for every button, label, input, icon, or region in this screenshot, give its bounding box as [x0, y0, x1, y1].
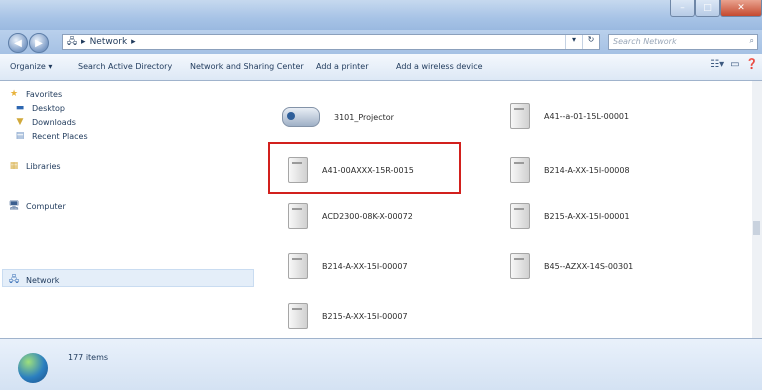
nav-label: Libraries: [26, 161, 61, 171]
nav-label: Desktop: [32, 103, 65, 113]
nav-label: Downloads: [32, 117, 76, 127]
desktop-icon: ▬: [15, 103, 25, 113]
list-item[interactable]: B214-A-XX-15I-00008: [510, 157, 630, 183]
back-arrow-icon: ◀: [14, 37, 22, 49]
network-sharing-center-button[interactable]: Network and Sharing Center: [190, 62, 304, 71]
help-icon[interactable]: ❓: [746, 59, 758, 70]
computer-icon: [510, 203, 530, 229]
nav-label: Network: [26, 275, 60, 285]
add-wireless-device-button[interactable]: Add a wireless device: [396, 62, 483, 71]
view-controls: ☷▾ ▭ ❓: [710, 59, 758, 70]
item-label: ACD2300-08K-X-00072: [322, 211, 413, 221]
nav-item-downloads[interactable]: ▼ Downloads: [14, 117, 76, 127]
command-bar: Organize ▾ Search Active Directory Netwo…: [0, 54, 762, 81]
back-button[interactable]: ◀: [8, 33, 28, 53]
maximize-button[interactable]: □: [695, 0, 720, 17]
forward-arrow-icon: ▶: [35, 37, 43, 49]
forward-button[interactable]: ▶: [29, 33, 49, 53]
nav-item-computer[interactable]: 🖥 Computer: [8, 201, 66, 211]
organize-button[interactable]: Organize ▾: [10, 62, 52, 71]
projector-icon: [282, 107, 320, 127]
search-input[interactable]: Search Network ⌕: [608, 34, 758, 50]
item-label: B215-A-XX-15I-00007: [322, 311, 408, 321]
explorer-window: – □ ✕ ◀ ▶ 🖧 ▸ Network ▸ ▾ ↻ Search Netwo…: [0, 0, 762, 390]
downloads-icon: ▼: [16, 117, 24, 127]
item-label: B214-A-XX-15I-00007: [322, 261, 408, 271]
computer-icon: 🖥: [8, 201, 20, 211]
scrollbar-thumb[interactable]: [753, 221, 760, 235]
computer-icon: [288, 253, 308, 279]
item-label: 3101_Projector: [334, 112, 394, 122]
address-end: ▾ ↻: [565, 35, 599, 49]
computer-icon: [288, 303, 308, 329]
computer-icon: [510, 157, 530, 183]
file-list: 3101_Projector A41--a-01-15L-00001 A41-0…: [260, 81, 752, 338]
close-button[interactable]: ✕: [720, 0, 762, 17]
list-item[interactable]: B214-A-XX-15I-00007: [288, 253, 408, 279]
network-icon: 🖧: [8, 275, 20, 285]
history-dropdown-icon[interactable]: ▾: [565, 35, 582, 49]
list-item[interactable]: B45--AZXX-14S-00301: [510, 253, 633, 279]
highlight-annotation-box: [268, 142, 461, 194]
computer-icon: [510, 253, 530, 279]
nav-item-recent-places[interactable]: ▤ Recent Places: [14, 131, 88, 141]
list-item[interactable]: B215-A-XX-15I-00007: [288, 303, 408, 329]
libraries-icon: ▦: [9, 161, 19, 171]
item-label: A41--a-01-15L-00001: [544, 111, 630, 121]
details-pane: 177 items: [0, 338, 762, 390]
navigation-pane: ★ Favorites ▬ Desktop ▼ Downloads ▤ Rece…: [0, 81, 260, 338]
crumb-separator-icon: ▸: [81, 37, 86, 47]
computer-icon: [288, 203, 308, 229]
search-icon[interactable]: ⌕: [750, 36, 754, 46]
minimize-button[interactable]: –: [670, 0, 695, 17]
network-globe-icon: [18, 353, 48, 383]
star-icon: ★: [9, 89, 19, 99]
nav-item-libraries[interactable]: ▦ Libraries: [8, 161, 61, 171]
nav-label: Recent Places: [32, 131, 88, 141]
item-label: B215-A-XX-15I-00001: [544, 211, 630, 221]
address-row: ◀ ▶ 🖧 ▸ Network ▸ ▾ ↻ Search Network ⌕: [0, 30, 762, 54]
nav-item-network[interactable]: 🖧 Network: [8, 272, 59, 288]
network-icon: 🖧: [67, 37, 78, 47]
add-printer-button[interactable]: Add a printer: [316, 62, 368, 71]
search-active-directory-button[interactable]: Search Active Directory: [78, 62, 172, 71]
item-label: B45--AZXX-14S-00301: [544, 261, 634, 271]
caption-buttons: – □ ✕: [670, 0, 762, 17]
list-item[interactable]: B215-A-XX-15I-00001: [510, 203, 630, 229]
refresh-icon[interactable]: ↻: [582, 35, 599, 49]
address-bar[interactable]: 🖧 ▸ Network ▸ ▾ ↻: [62, 34, 600, 50]
nav-item-desktop[interactable]: ▬ Desktop: [14, 103, 65, 113]
nav-item-favorites[interactable]: ★ Favorites: [8, 89, 62, 99]
list-item[interactable]: 3101_Projector: [282, 107, 394, 127]
search-placeholder: Search Network: [613, 37, 677, 46]
breadcrumb-network[interactable]: Network: [90, 37, 128, 47]
computer-icon: [510, 103, 530, 129]
recent-places-icon: ▤: [15, 131, 25, 141]
vertical-scrollbar[interactable]: [752, 81, 762, 338]
nav-label: Computer: [26, 201, 66, 211]
change-view-icon[interactable]: ☷▾: [710, 59, 724, 70]
item-label: B214-A-XX-15I-00008: [544, 165, 630, 175]
item-count: 177 items: [68, 353, 109, 362]
list-item[interactable]: A41--a-01-15L-00001: [510, 103, 629, 129]
nav-label: Favorites: [26, 89, 63, 99]
preview-pane-icon[interactable]: ▭: [730, 59, 739, 70]
crumb-separator-icon: ▸: [131, 37, 136, 47]
list-item[interactable]: ACD2300-08K-X-00072: [288, 203, 413, 229]
title-bar: – □ ✕: [0, 0, 762, 30]
